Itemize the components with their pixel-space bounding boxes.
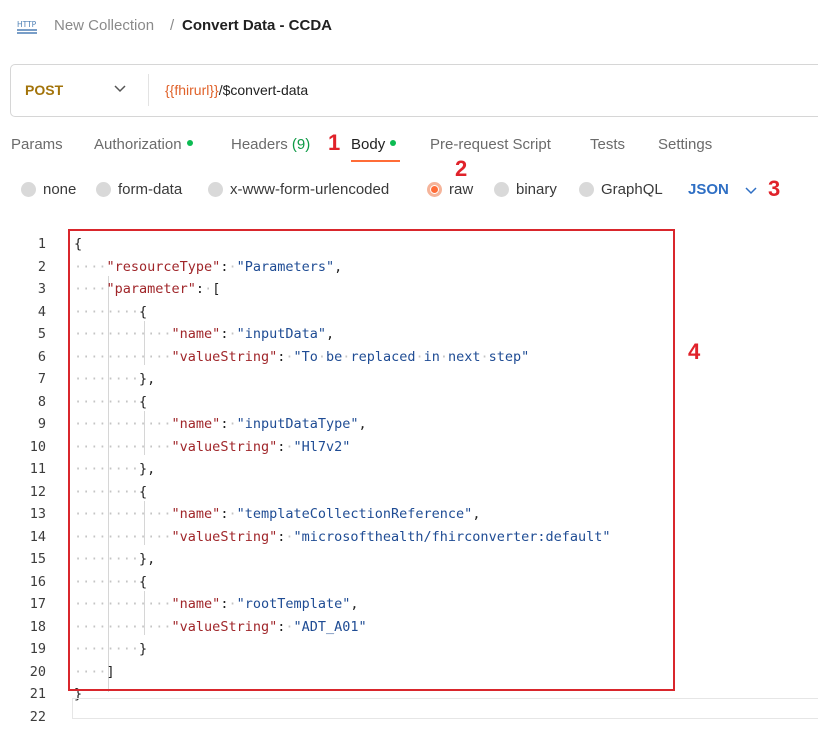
line-number: 3 [37, 281, 46, 297]
radio-x-www-form-urlencoded[interactable]: x-www-form-urlencoded [208, 181, 389, 198]
line-number: 16 [29, 573, 46, 590]
url-path: /$convert-data [218, 82, 309, 98]
request-title[interactable]: Convert Data - CCDA [182, 17, 332, 34]
line-number: 6 [37, 348, 46, 365]
radio-circle-selected[interactable] [427, 182, 442, 197]
line-number: 10 [29, 438, 46, 455]
chevron-down-icon[interactable] [745, 186, 757, 196]
radio-label: form-data [118, 181, 183, 198]
active-line-highlight [72, 698, 818, 719]
line-number: 5 [37, 326, 46, 342]
radio-circle[interactable] [579, 182, 594, 197]
chevron-down-icon[interactable] [114, 84, 126, 94]
tab-tests[interactable]: Tests [590, 136, 625, 153]
annotation-2: 2 [455, 156, 468, 181]
line-number: 4 [37, 303, 46, 320]
breadcrumb-collection[interactable]: New Collection [54, 17, 154, 34]
radio-circle[interactable] [494, 182, 509, 197]
line-number: 14 [29, 528, 46, 545]
line-number: 2 [37, 258, 46, 275]
status-dot [390, 140, 397, 147]
line-number: 9 [37, 416, 46, 432]
url-input[interactable]: {{fhirurl}}/$convert-data [165, 82, 308, 98]
line-number: 12 [29, 483, 46, 500]
annotation-3: 3 [768, 176, 781, 201]
tab-pre-request-script[interactable]: Pre-request Script [430, 136, 551, 153]
radio-label: binary [516, 181, 557, 198]
tab-params[interactable]: Params [11, 136, 63, 153]
svg-text:HTTP: HTTP [17, 20, 37, 29]
http-icon: HTTP [17, 20, 37, 34]
line-number: 18 [29, 618, 46, 635]
line-number: 15 [29, 551, 46, 567]
line-number: 7 [37, 371, 46, 387]
url-variable: {{fhirurl}} [165, 82, 219, 98]
radio-circle[interactable] [208, 182, 223, 197]
tab-authorization[interactable]: Authorization [94, 136, 193, 153]
radio-label: GraphQL [601, 181, 663, 198]
active-tab-underline [351, 160, 400, 162]
status-dot [186, 140, 193, 147]
radio-none[interactable]: none [21, 181, 76, 198]
line-number: 1 [37, 236, 46, 252]
breadcrumb-separator: / [170, 17, 175, 34]
raw-format-select[interactable]: JSON [688, 181, 729, 198]
line-number: 21 [29, 686, 46, 702]
tab-headers[interactable]: Headers (9) [231, 136, 310, 153]
tab-body[interactable]: Body [351, 136, 397, 153]
radio-circle[interactable] [96, 182, 111, 197]
tab-label: Headers [231, 136, 288, 153]
tab-label: Authorization [94, 136, 182, 153]
annotation-highlight-box [68, 229, 675, 691]
radio-label: none [43, 181, 77, 198]
radio-label: x-www-form-urlencoded [230, 181, 390, 198]
line-number: 11 [29, 461, 46, 477]
line-number: 13 [29, 506, 46, 522]
url-divider [148, 74, 149, 106]
radio-graphql[interactable]: GraphQL [579, 181, 663, 198]
line-number: 22 [29, 708, 46, 725]
radio-circle[interactable] [21, 182, 36, 197]
method-select[interactable]: POST [25, 82, 63, 98]
radio-form-data[interactable]: form-data [96, 181, 182, 198]
radio-binary[interactable]: binary [494, 181, 557, 198]
line-number: 20 [29, 663, 46, 680]
url-bar [10, 64, 818, 117]
line-number: 8 [37, 393, 46, 410]
tab-label: Body [351, 136, 386, 153]
annotation-1: 1 [328, 130, 341, 155]
tab-settings[interactable]: Settings [658, 136, 712, 153]
radio-raw[interactable]: raw [427, 181, 473, 198]
radio-label: raw [449, 181, 474, 198]
headers-count: (9) [291, 136, 311, 153]
line-number: 17 [29, 596, 46, 612]
line-number: 19 [29, 641, 46, 657]
